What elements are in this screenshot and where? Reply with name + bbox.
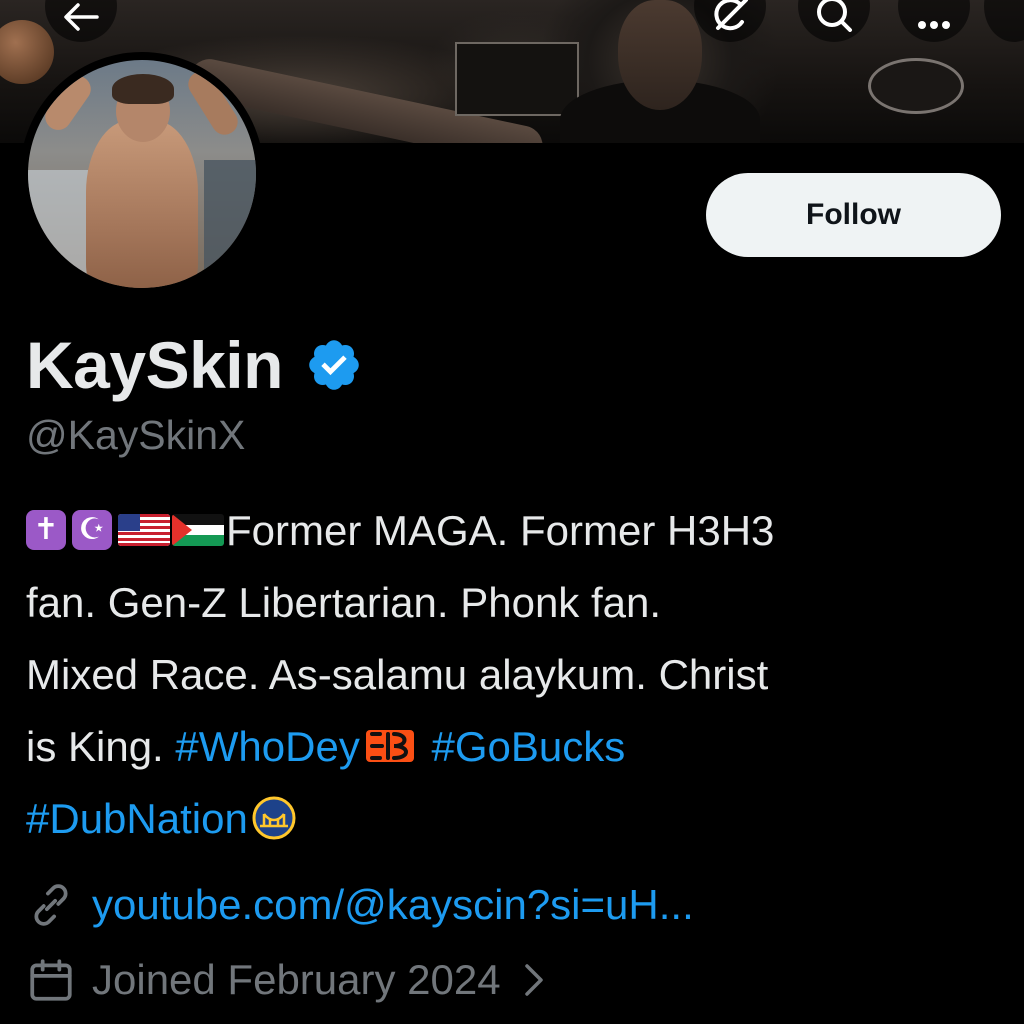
search-icon <box>817 0 852 32</box>
banner-player-head <box>618 0 702 110</box>
profile-link-row: youtube.com/@kayscin?si=uH... <box>26 880 694 930</box>
bio-line-3: Mixed Race. As-salamu alaykum. Christ <box>26 651 769 698</box>
star-and-crescent-emoji: ☪ <box>72 509 112 550</box>
profile-handle: @KaySkinX <box>26 412 246 458</box>
follow-button[interactable]: Follow <box>706 173 1001 257</box>
bio-line-4: is King. #WhoDey #GoBucks <box>26 711 1001 783</box>
hashtag-gobucks[interactable]: #GoBucks <box>431 723 625 770</box>
bio-line-2: fan. Gen-Z Libertarian. Phonk fan. <box>26 579 662 626</box>
calendar-icon <box>30 959 72 1001</box>
more-icon <box>918 21 950 29</box>
chevron-right-icon <box>524 964 543 996</box>
warriors-logo-emoji <box>252 796 296 840</box>
bio-line-5: #DubNation <box>26 783 1001 855</box>
profile-website-link[interactable]: youtube.com/@kayscin?si=uH... <box>92 884 694 926</box>
hashtag-dubnation[interactable]: #DubNation <box>26 795 248 842</box>
avatar-image <box>28 60 256 288</box>
bio-text-line-1: Former MAGA. Former H3H3 <box>226 507 775 554</box>
display-name: KaySkin <box>26 328 283 402</box>
bio-line-1: ✝ ☪ Former MAGA. Former H3H3 <box>26 495 1001 567</box>
avatar-bg-right <box>204 160 256 288</box>
avatar-hair <box>112 74 174 104</box>
bio-text-line-4: is King. <box>26 723 164 770</box>
avatar[interactable] <box>20 52 264 296</box>
bengals-logo-emoji <box>365 729 414 762</box>
us-flag-emoji <box>118 513 170 546</box>
profile-joined-row[interactable]: Joined February 2024 <box>26 955 547 1005</box>
avatar-torso <box>86 120 198 288</box>
grok-icon <box>714 0 748 31</box>
hashtag-whodey[interactable]: #WhoDey <box>175 723 359 770</box>
link-icon <box>34 884 68 926</box>
banner-scoreboard <box>455 42 579 116</box>
banner-basketball <box>0 20 54 84</box>
back-arrow-icon <box>64 3 99 31</box>
banner-arena-logo <box>868 58 964 114</box>
joined-date: Joined February 2024 <box>92 956 501 1003</box>
avatar-bg-left <box>28 170 88 288</box>
palestine-flag-emoji <box>172 513 224 546</box>
profile-name-row: KaySkin <box>26 325 363 405</box>
profile-bio: ✝ ☪ Former MAGA. Former H3H3 fan. Gen-Z L… <box>26 495 1001 855</box>
latin-cross-emoji: ✝ <box>26 509 66 550</box>
verified-badge-icon[interactable] <box>305 336 363 394</box>
